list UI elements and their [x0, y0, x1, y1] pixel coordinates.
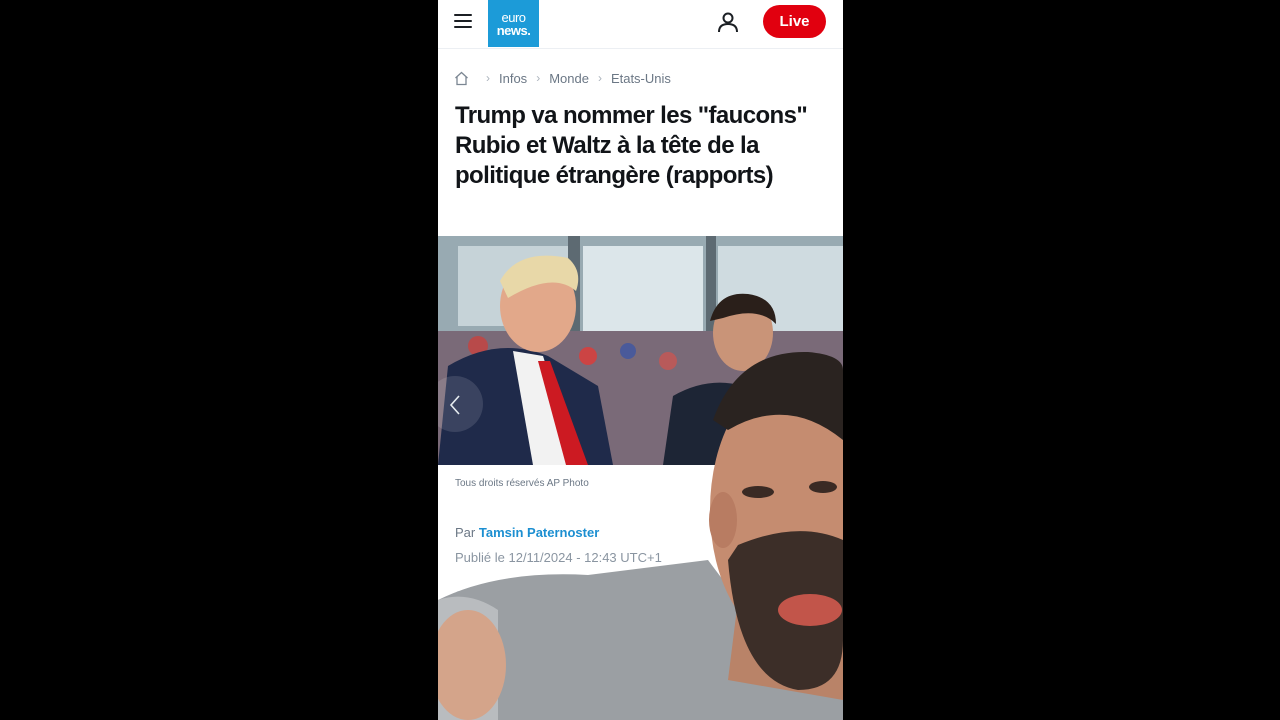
breadcrumb-item-etats-unis[interactable]: Etats-Unis	[611, 71, 671, 86]
breadcrumb: › Infos › Monde › Etats-Unis	[454, 69, 671, 87]
article-title: Trump va nommer les "faucons" Rubio et W…	[455, 102, 808, 189]
chevron-left-icon[interactable]	[448, 394, 462, 416]
logo-text-top: euro	[501, 9, 526, 25]
live-button-label: Live	[779, 13, 810, 30]
euronews-logo[interactable]: euro news.	[488, 0, 539, 47]
live-button[interactable]: Live	[763, 5, 826, 38]
user-icon[interactable]	[717, 11, 739, 33]
breadcrumb-item-monde[interactable]: Monde	[549, 71, 589, 86]
byline: Par Tamsin Paternoster	[455, 525, 599, 540]
breadcrumb-separator: ›	[597, 71, 602, 85]
author-link[interactable]: Tamsin Paternoster	[479, 525, 599, 540]
published-date: Publié le 12/11/2024 - 12:43 UTC+1	[455, 550, 662, 565]
image-caption: Tous droits réservés AP Photo	[455, 478, 589, 489]
share-button[interactable]	[455, 591, 607, 623]
mobile-browser-page: euro news. Live › Infos › Monde › Etats-…	[438, 0, 843, 720]
menu-icon[interactable]	[454, 13, 472, 29]
hero-photo-illustration	[438, 236, 843, 465]
home-icon[interactable]	[454, 71, 469, 86]
breadcrumb-separator: ›	[486, 71, 490, 85]
article-hero-image	[438, 236, 843, 465]
byline-prefix: Par	[455, 525, 476, 540]
breadcrumb-item-infos[interactable]: Infos	[499, 71, 527, 86]
breadcrumb-separator: ›	[536, 71, 541, 85]
logo-text-bottom: news.	[496, 22, 531, 38]
site-header: euro news. Live	[438, 0, 843, 49]
share-icon	[469, 599, 483, 613]
screen: euro news. Live › Infos › Monde › Etats-…	[0, 0, 1280, 720]
